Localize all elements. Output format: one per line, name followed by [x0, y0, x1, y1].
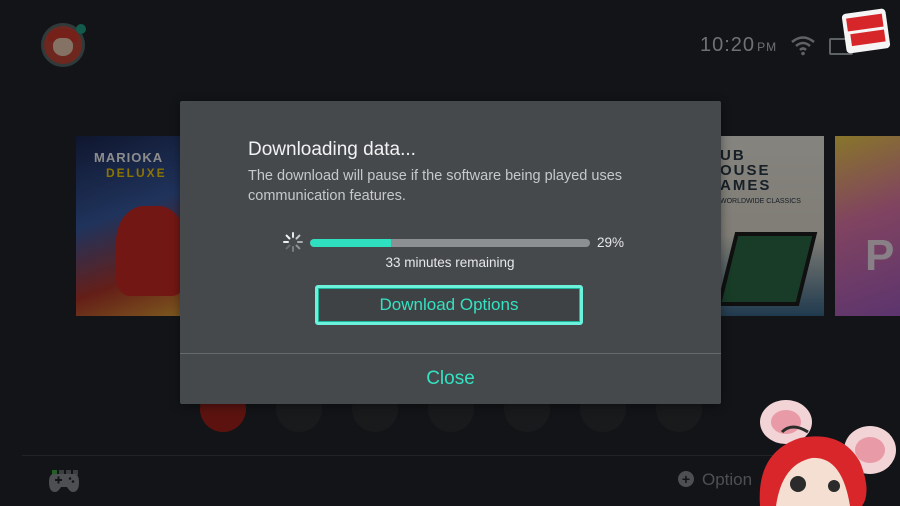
spinner-icon	[283, 232, 303, 252]
dialog-message: The download will pause if the software …	[248, 168, 623, 204]
mascot-character-overlay	[759, 400, 896, 506]
download-dialog: Downloading data... The download will pa…	[180, 101, 721, 404]
dialog-title: Downloading data...	[248, 139, 416, 160]
progress-percent: 29%	[597, 235, 625, 250]
download-progress-bar	[310, 239, 590, 247]
download-options-button[interactable]: Download Options	[315, 285, 583, 325]
time-remaining: 33 minutes remaining	[385, 255, 515, 270]
channel-logo-sticker	[841, 8, 891, 54]
progress-fill	[310, 239, 392, 247]
close-button[interactable]: Close	[180, 354, 721, 404]
